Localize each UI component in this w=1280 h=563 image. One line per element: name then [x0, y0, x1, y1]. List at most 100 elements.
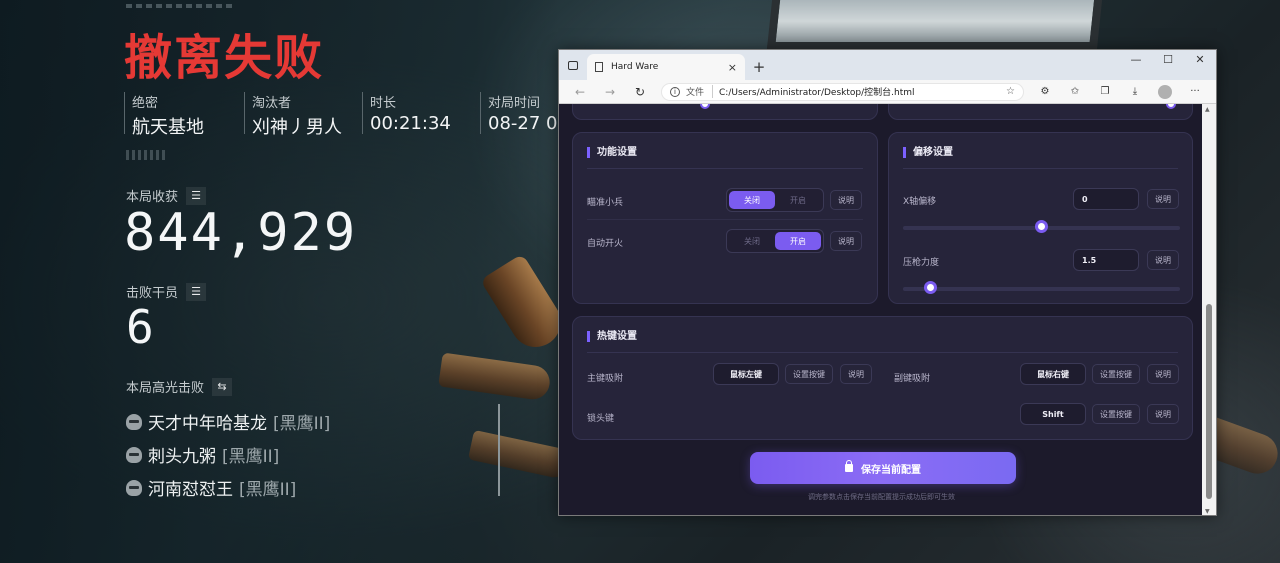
- divider: [903, 168, 1178, 169]
- close-tab-icon[interactable]: ×: [728, 61, 737, 74]
- head-lock-key-display[interactable]: Shift: [1020, 403, 1086, 425]
- kills-label-row: 击败干员 ☰: [126, 282, 207, 301]
- toggle-on-option[interactable]: 开启: [775, 232, 821, 250]
- help-button[interactable]: 说明: [830, 190, 862, 210]
- aim-minion-toggle[interactable]: 关闭 开启: [726, 188, 824, 212]
- head-lock-label: 锁头键: [587, 414, 615, 424]
- new-tab-button[interactable]: +: [745, 54, 773, 80]
- address-input[interactable]: i 文件 C:/Users/Administrator/Desktop/控制台.…: [661, 82, 1024, 101]
- recoil-label: 压枪力度: [903, 258, 940, 268]
- set-key-button[interactable]: 设置按键: [785, 364, 833, 384]
- favorites-icon[interactable]: ✩: [1060, 86, 1090, 97]
- window-controls: — ☐ ✕: [1120, 50, 1216, 72]
- set-key-button[interactable]: 设置按键: [1092, 364, 1140, 384]
- browser-tab[interactable]: Hard Ware ×: [587, 54, 745, 80]
- extensions-icon[interactable]: ⚙: [1030, 86, 1060, 97]
- stat-match-time: 对局时间 08-27 0: [480, 92, 560, 134]
- help-button[interactable]: 说明: [1147, 250, 1179, 270]
- skull-icon: [126, 446, 142, 463]
- scroll-up-icon[interactable]: ▲: [1205, 106, 1210, 113]
- panel-top-right: [888, 104, 1193, 120]
- page-content: 功能设置 瞄准小兵 关闭 开启 说明 自动开火 关闭 开启 说明 偏移设置 X轴…: [559, 104, 1204, 515]
- divider: [587, 352, 1178, 353]
- list-item: 河南怼怼王 [黑鹰II]: [126, 471, 330, 504]
- stat-eliminator: 淘汰者 刈神丿男人: [244, 92, 348, 138]
- save-hint: 调完参数点击保存当前配置提示成功后即可生效: [808, 493, 955, 501]
- collections-icon[interactable]: ❐: [1090, 86, 1120, 97]
- vertical-scrollbar[interactable]: ▲ ▼: [1202, 104, 1216, 515]
- highlight-label: 本局高光击败: [126, 381, 205, 396]
- toggle-off-option[interactable]: 关闭: [729, 191, 775, 209]
- list-item: 天才中年哈基龙 [黑鹰II]: [126, 405, 330, 438]
- primary-lock-label: 主键吸附: [587, 374, 624, 384]
- help-button[interactable]: 说明: [1147, 404, 1179, 424]
- url-text: C:/Users/Administrator/Desktop/控制台.html: [719, 88, 915, 98]
- back-icon[interactable]: ←: [565, 85, 595, 99]
- divider: [587, 219, 863, 220]
- tab-bar: Hard Ware × + — ☐ ✕: [559, 50, 1216, 80]
- star-icon[interactable]: ☆: [1006, 86, 1015, 97]
- lock-icon: [845, 460, 853, 472]
- list-icon[interactable]: ☰: [186, 282, 207, 301]
- toggle-on-option[interactable]: 开启: [775, 191, 821, 209]
- minimize-icon[interactable]: —: [1120, 50, 1152, 72]
- scrollbar-thumb[interactable]: [1206, 304, 1212, 499]
- tab-title: Hard Ware: [611, 62, 659, 72]
- help-button[interactable]: 说明: [1147, 189, 1179, 209]
- secondary-key-display[interactable]: 鼠标右键: [1020, 363, 1086, 385]
- aim-minion-label: 瞄准小兵: [587, 198, 624, 208]
- profile-icon[interactable]: [1158, 84, 1172, 99]
- decorative-dashes: [126, 4, 236, 8]
- list-item: 刺头九粥 [黑鹰II]: [126, 438, 330, 471]
- skull-icon: [126, 479, 142, 496]
- address-bar-row: ← → ↻ i 文件 C:/Users/Administrator/Deskto…: [559, 80, 1216, 104]
- loot-value: 844,929: [124, 203, 358, 263]
- recoil-slider-knob[interactable]: [924, 281, 938, 294]
- skull-icon: [126, 413, 142, 430]
- help-button[interactable]: 说明: [840, 364, 872, 384]
- info-icon[interactable]: i: [670, 86, 680, 97]
- tab-actions-icon[interactable]: [559, 50, 587, 80]
- hotkey-settings-panel: 热键设置 主键吸附 鼠标左键 设置按键 说明 副键吸附 鼠标右键 设置按键 说明…: [572, 316, 1193, 440]
- offset-settings-panel: 偏移设置 X轴偏移 0 说明 压枪力度 1.5 说明: [888, 132, 1193, 304]
- list-icon[interactable]: ☰: [186, 186, 207, 205]
- maximize-icon[interactable]: ☐: [1152, 50, 1184, 72]
- help-button[interactable]: 说明: [830, 231, 862, 251]
- panel-title: 热键设置: [587, 331, 637, 342]
- x-offset-slider-knob[interactable]: [1035, 220, 1048, 233]
- panel-title: 偏移设置: [903, 147, 953, 158]
- close-icon[interactable]: ✕: [1184, 50, 1216, 72]
- recoil-input[interactable]: 1.5: [1073, 249, 1139, 271]
- save-config-button[interactable]: 保存当前配置: [750, 452, 1016, 484]
- result-title: 撤离失败: [124, 30, 325, 86]
- highlight-kill-list: 天才中年哈基龙 [黑鹰II] 刺头九粥 [黑鹰II] 河南怼怼王 [黑鹰II]: [126, 405, 330, 504]
- decorative-dashes: [126, 150, 166, 160]
- recoil-slider-track[interactable]: [903, 287, 1180, 291]
- highlight-label-row: 本局高光击败 ⇆: [126, 377, 233, 396]
- swap-icon[interactable]: ⇆: [212, 377, 233, 396]
- auto-fire-label: 自动开火: [587, 239, 624, 249]
- protocol-label: 文件: [686, 85, 714, 98]
- x-offset-label: X轴偏移: [903, 197, 937, 207]
- toggle-off-option[interactable]: 关闭: [729, 232, 775, 250]
- function-settings-panel: 功能设置 瞄准小兵 关闭 开启 说明 自动开火 关闭 开启 说明: [572, 132, 878, 304]
- auto-fire-toggle[interactable]: 关闭 开启: [726, 229, 824, 253]
- scroll-down-icon[interactable]: ▼: [1205, 508, 1210, 515]
- stat-mode: 绝密 航天基地: [124, 92, 230, 138]
- x-offset-input[interactable]: 0: [1073, 188, 1139, 210]
- kills-value: 6: [126, 300, 154, 354]
- browser-window: Hard Ware × + — ☐ ✕ ← → ↻ i 文件 C:/Users/…: [558, 49, 1217, 516]
- background-monitor: [766, 0, 1104, 50]
- primary-key-display[interactable]: 鼠标左键: [713, 363, 779, 385]
- more-icon[interactable]: ···: [1180, 86, 1210, 97]
- stat-duration: 时长 00:21:34: [362, 92, 466, 134]
- secondary-lock-label: 副键吸附: [894, 374, 931, 384]
- document-icon: [595, 62, 603, 72]
- panel-top-left: [572, 104, 878, 120]
- downloads-icon[interactable]: ⤓: [1120, 86, 1150, 97]
- help-button[interactable]: 说明: [1147, 364, 1179, 384]
- set-key-button[interactable]: 设置按键: [1092, 404, 1140, 424]
- panel-title: 功能设置: [587, 147, 637, 158]
- forward-icon[interactable]: →: [595, 85, 625, 99]
- refresh-icon[interactable]: ↻: [625, 85, 655, 99]
